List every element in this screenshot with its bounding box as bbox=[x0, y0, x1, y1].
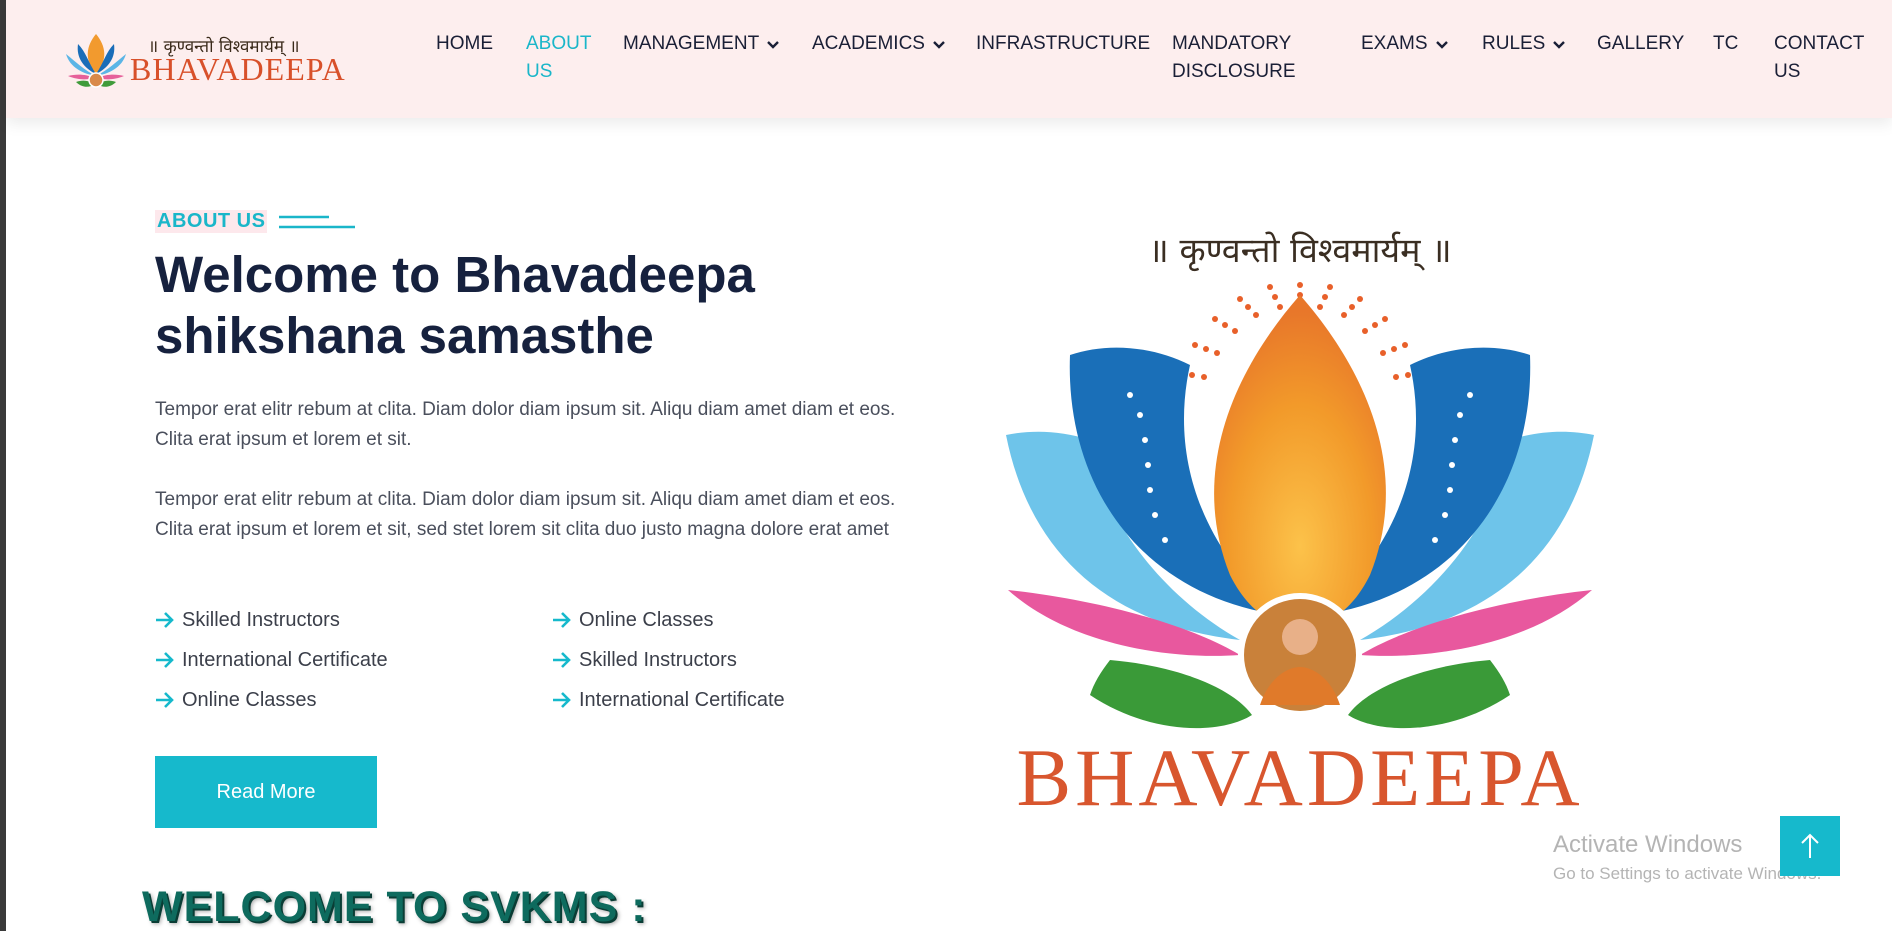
arrow-up-icon bbox=[1801, 833, 1819, 858]
bhavadeepa-logo-image: ॥ कृण्वन्तो विश्वमार्यम् ॥ BHAVADEEPA bbox=[990, 215, 1610, 823]
nav-mandatory-disclosure[interactable]: MANDATORY DISCLOSURE bbox=[1172, 30, 1296, 86]
section-eyebrow: ABOUT US bbox=[155, 210, 268, 233]
page-title: Welcome to Bhavadeepa shikshana samasthe bbox=[155, 246, 755, 364]
nav-exams[interactable]: EXAMS bbox=[1361, 30, 1448, 58]
nav-tc[interactable]: TC bbox=[1713, 30, 1738, 58]
arrow-right-icon bbox=[156, 652, 174, 668]
navbar: ॥ कृण्वन्तो विश्वमार्यम् ॥ BHAVADEEPA HO… bbox=[6, 0, 1892, 118]
chevron-down-icon bbox=[767, 30, 780, 58]
section-heading: WELCOME TO SVKMS : bbox=[142, 883, 647, 931]
about-paragraph-1: Tempor erat elitr rebum at clita. Diam d… bbox=[155, 399, 896, 450]
nav-academics[interactable]: ACADEMICS bbox=[812, 30, 945, 58]
feature-label: International Certificate bbox=[579, 689, 785, 711]
window-edge bbox=[0, 0, 6, 931]
nav-label: DISCLOSURE bbox=[1172, 61, 1296, 82]
nav-label: ACADEMICS bbox=[812, 33, 925, 55]
nav-management[interactable]: MANAGEMENT bbox=[623, 30, 780, 58]
arrow-right-icon bbox=[553, 652, 571, 668]
feature-label: Skilled Instructors bbox=[182, 609, 340, 631]
nav-contact-us[interactable]: CONTACT US bbox=[1774, 30, 1864, 86]
nav-infrastructure[interactable]: INFRASTRUCTURE bbox=[976, 30, 1150, 58]
lotus-emblem-icon: ॥ कृण्वन्तो विश्वमार्यम् ॥ BHAVADEEPA bbox=[1006, 231, 1594, 823]
arrow-right-icon bbox=[553, 612, 571, 628]
emblem-name: BHAVADEEPA bbox=[1016, 732, 1583, 815]
nav-label: HOME bbox=[436, 33, 493, 54]
chevron-down-icon bbox=[1435, 30, 1448, 58]
nav-label: RULES bbox=[1482, 33, 1546, 55]
nav-label: INFRASTRUCTURE bbox=[976, 33, 1151, 54]
nav-label: EXAMS bbox=[1361, 33, 1428, 55]
about-paragraph-2: Tempor erat elitr rebum at clita. Diam d… bbox=[155, 489, 896, 540]
emblem-motto: ॥ कृण्वन्तो विश्वमार्यम् ॥ bbox=[1148, 231, 1451, 272]
feature-label: Online Classes bbox=[182, 689, 317, 711]
site-logo[interactable]: ॥ कृण्वन्तो विश्वमार्यम् ॥ BHAVADEEPA bbox=[64, 28, 354, 88]
arrow-right-icon bbox=[553, 692, 571, 708]
chevron-down-icon bbox=[933, 30, 945, 58]
nav-label: US bbox=[1774, 61, 1801, 82]
eyebrow-divider bbox=[279, 215, 355, 229]
logo-name: BHAVADEEPA bbox=[130, 51, 346, 87]
feature-label: Skilled Instructors bbox=[579, 649, 737, 671]
nav-rules[interactable]: RULES bbox=[1482, 30, 1566, 58]
read-more-button[interactable]: Read More bbox=[155, 756, 377, 828]
nav-label: CONTACT bbox=[1774, 33, 1865, 54]
chevron-down-icon bbox=[1553, 30, 1566, 58]
arrow-right-icon bbox=[156, 612, 174, 628]
nav-label: ABOUT bbox=[526, 33, 592, 54]
nav-label: MANDATORY bbox=[1172, 33, 1292, 54]
nav-about-us[interactable]: ABOUT US bbox=[526, 30, 591, 86]
nav-label: MANAGEMENT bbox=[623, 33, 760, 55]
nav-home[interactable]: HOME bbox=[436, 30, 493, 58]
nav-label: US bbox=[526, 61, 553, 82]
nav-label: GALLERY bbox=[1597, 33, 1685, 54]
nav-gallery[interactable]: GALLERY bbox=[1597, 30, 1684, 58]
lotus-logo-icon bbox=[66, 34, 126, 88]
feature-label: International Certificate bbox=[182, 649, 388, 671]
windows-activation-title: Activate Windows bbox=[1553, 831, 1743, 858]
arrow-right-icon bbox=[156, 692, 174, 708]
back-to-top-button[interactable] bbox=[1780, 816, 1840, 876]
nav-label: TC bbox=[1713, 33, 1739, 54]
feature-label: Online Classes bbox=[579, 609, 714, 631]
